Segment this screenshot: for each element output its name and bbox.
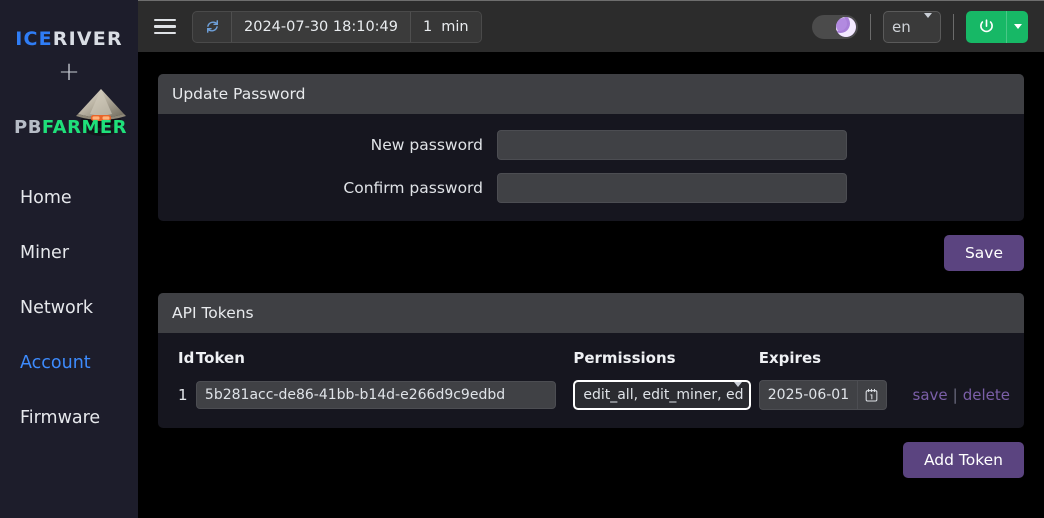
iceriver-logo-ice: ICE — [15, 28, 53, 50]
refresh-interval-selector[interactable]: 1 min — [411, 11, 481, 42]
topbar-divider-2 — [953, 13, 954, 40]
chevron-down-icon — [924, 12, 932, 36]
confirm-password-row: Confirm password — [172, 173, 1010, 203]
sidebar-item-network[interactable]: Network — [0, 281, 138, 336]
app-root: ICERIVER + PBFARMER Home Miner Network A… — [0, 0, 1044, 518]
new-password-row: New password — [172, 130, 1010, 160]
token-row-expires-cell — [758, 380, 899, 410]
iceriver-logo-river: RIVER — [52, 28, 123, 50]
power-button-group — [966, 10, 1028, 43]
api-tokens-table: Id Token Permissions Expires 1 5b281acc-… — [172, 349, 1010, 410]
confirm-password-input[interactable] — [497, 173, 847, 203]
sidebar: ICERIVER + PBFARMER Home Miner Network A… — [0, 0, 138, 518]
moon-icon — [836, 16, 856, 37]
api-tokens-title: API Tokens — [158, 293, 1024, 333]
refresh-control-group: 2024-07-30 18:10:49 1 min — [192, 10, 482, 43]
permissions-select-value: edit_all, edit_miner, ed — [583, 387, 744, 403]
sidebar-item-home[interactable]: Home — [0, 171, 138, 226]
pbfarmer-wordmark-pb: PB — [14, 117, 42, 138]
pbfarmer-wordmark: PBFARMER — [14, 117, 127, 138]
confirm-password-label: Confirm password — [343, 179, 483, 197]
pbfarmer-logo: PBFARMER — [0, 87, 138, 149]
main-column: 2024-07-30 18:10:49 1 min en Update Pass… — [138, 0, 1044, 518]
api-tokens-table-head: Id Token Permissions Expires — [172, 349, 1010, 380]
token-row-permissions-cell: edit_all, edit_miner, ed — [573, 380, 758, 410]
topbar: 2024-07-30 18:10:49 1 min en — [138, 0, 1044, 52]
column-header-expires: Expires — [758, 349, 822, 367]
new-password-input[interactable] — [497, 130, 847, 160]
api-tokens-card: API Tokens Id Token Permissions Expires — [158, 293, 1024, 428]
timestamp-display[interactable]: 2024-07-30 18:10:49 — [232, 11, 410, 42]
topbar-right-group: en — [812, 10, 1028, 43]
content-area: Update Password New password Confirm pas… — [138, 52, 1044, 518]
language-select-value: en — [892, 17, 911, 36]
token-row-token-cell — [195, 380, 573, 410]
pbfarmer-wordmark-farmer: FARMER — [41, 117, 128, 138]
update-password-card: Update Password New password Confirm pas… — [158, 74, 1024, 221]
table-row: 1 edit_all, edit_miner, ed — [172, 380, 1010, 410]
sidebar-item-account[interactable]: Account — [0, 336, 138, 391]
permissions-select[interactable]: edit_all, edit_miner, ed — [573, 380, 752, 410]
calendar-icon[interactable] — [856, 380, 887, 410]
add-token-button[interactable]: Add Token — [902, 442, 1024, 478]
token-row-actions: save | delete — [899, 380, 1010, 410]
table-header-row: Id Token Permissions Expires — [172, 349, 1010, 380]
save-password-button[interactable]: Save — [943, 235, 1024, 271]
power-dropdown-button[interactable] — [1006, 10, 1028, 43]
token-row-id: 1 — [178, 386, 188, 404]
expires-date-group — [758, 380, 899, 410]
refresh-interval-value: 1 — [423, 18, 433, 35]
refresh-icon[interactable] — [193, 12, 231, 42]
actions-separator: | — [952, 386, 958, 404]
api-tokens-body: Id Token Permissions Expires 1 5b281acc-… — [158, 333, 1024, 428]
language-select[interactable]: en — [883, 10, 941, 43]
password-save-row: Save — [158, 221, 1024, 271]
column-header-id: Id — [178, 349, 195, 367]
update-password-body: New password Confirm password — [158, 114, 1024, 221]
save-token-link[interactable]: save — [913, 386, 948, 404]
update-password-title: Update Password — [158, 74, 1024, 114]
column-header-actions — [899, 349, 1010, 380]
expires-date-input[interactable] — [758, 380, 857, 410]
topbar-divider-1 — [870, 13, 871, 40]
theme-toggle[interactable] — [812, 14, 858, 39]
sidebar-nav: Home Miner Network Account Firmware — [0, 171, 138, 446]
sidebar-item-miner[interactable]: Miner — [0, 226, 138, 281]
token-value-input[interactable] — [195, 381, 556, 409]
column-header-permissions: Permissions — [573, 349, 676, 367]
iceriver-logo: ICERIVER — [15, 28, 123, 50]
plus-icon: + — [58, 57, 80, 87]
api-tokens-table-body: 1 edit_all, edit_miner, ed — [172, 380, 1010, 410]
sidebar-item-firmware[interactable]: Firmware — [0, 391, 138, 446]
column-header-token: Token — [195, 349, 245, 367]
add-token-row: Add Token — [158, 428, 1024, 478]
power-icon[interactable] — [966, 10, 1006, 43]
delete-token-link[interactable]: delete — [963, 386, 1010, 404]
chevron-down-icon — [734, 382, 743, 403]
hamburger-icon[interactable] — [154, 18, 176, 35]
refresh-interval-unit: min — [441, 18, 469, 35]
new-password-label: New password — [370, 136, 483, 154]
